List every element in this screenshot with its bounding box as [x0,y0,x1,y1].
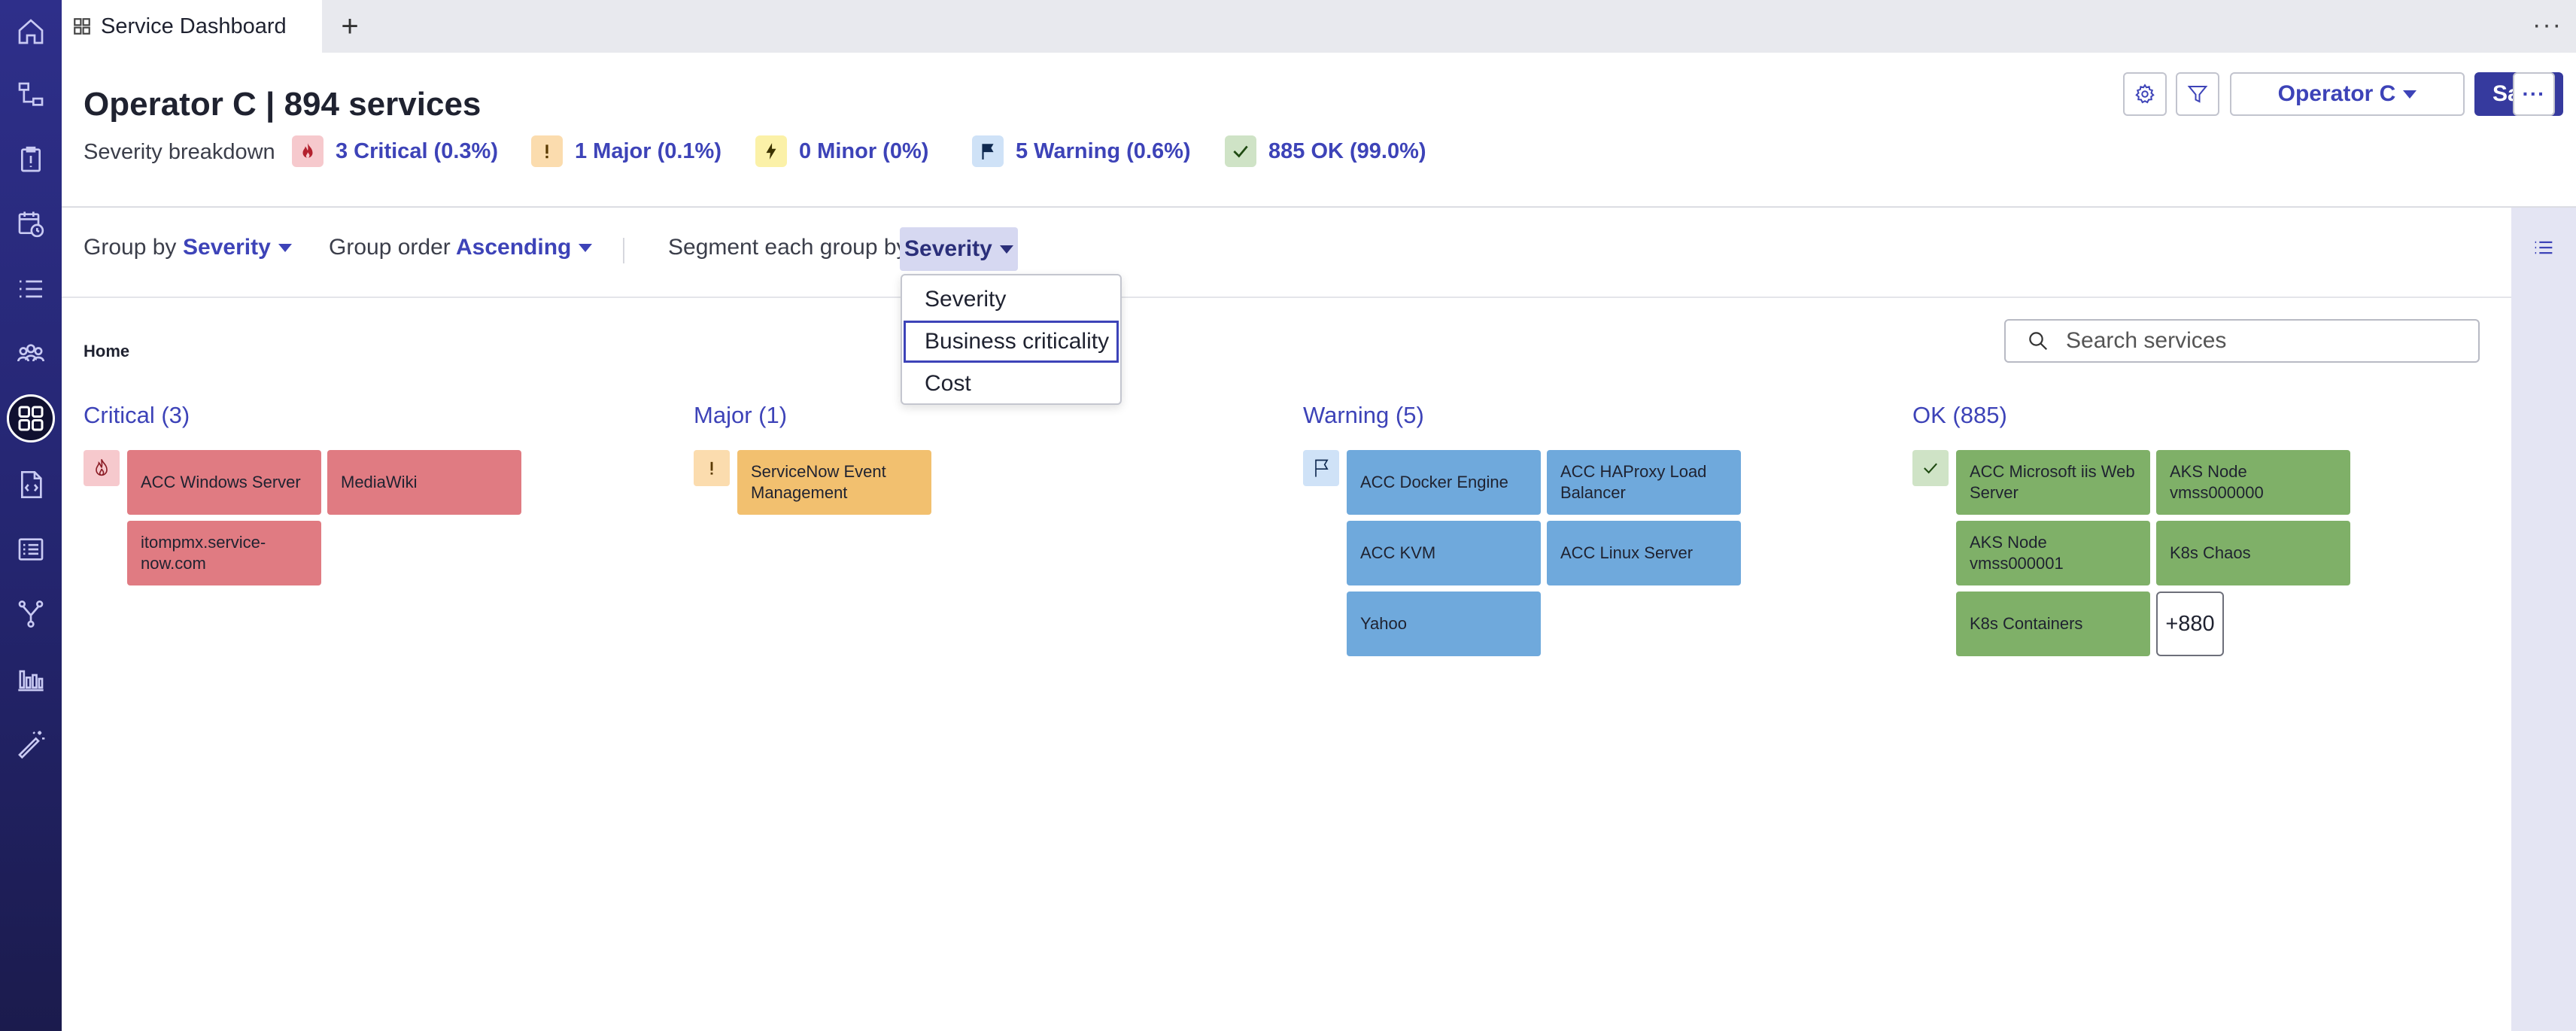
clipboard-icon[interactable] [7,135,55,184]
dropdown-option-cost[interactable]: Cost [904,363,1119,405]
severity-ok-label: 885 OK (99.0%) [1268,138,1426,163]
add-tab-button[interactable]: + [333,9,367,44]
service-tile[interactable]: Yahoo [1347,592,1541,656]
dashboard-grid-icon [74,18,90,35]
segment-by-label: Segment each group by [668,235,908,260]
tab-bar: Service Dashboard + ··· [62,0,2576,53]
group-icon[interactable] [7,330,55,378]
dashboard-grid-icon[interactable] [7,394,55,443]
filter-button[interactable] [2176,72,2219,116]
chevron-down-icon [579,243,593,252]
group-critical: Critical (3) ACC Windows Server MediaWik… [84,402,521,585]
breadcrumb[interactable]: Home [84,342,129,361]
grouping-toolbar: Group by Severity Group order Ascending … [62,208,2511,298]
tab-service-dashboard[interactable]: Service Dashboard [62,0,322,53]
search-box [2004,319,2480,363]
chevron-down-icon [278,243,292,252]
severity-warning-summary[interactable]: 5 Warning (0.6%) [972,135,1191,167]
operator-button-label: Operator C [2277,81,2396,106]
search-input[interactable] [2064,327,2456,354]
service-tile[interactable]: ServiceNow Event Management [737,450,931,515]
code-file-icon[interactable] [7,461,55,509]
severity-critical-label: 3 Critical (0.3%) [336,138,498,163]
group-by-select[interactable]: Severity [183,235,292,260]
settings-button[interactable] [2123,72,2167,116]
gear-icon [2135,84,2155,104]
service-tile[interactable]: AKS Node vmss000000 [2156,450,2350,515]
group-title[interactable]: OK (885) [1912,402,2007,429]
flame-icon [292,135,324,167]
service-tile[interactable]: K8s Chaos [2156,521,2350,585]
calendar-clock-icon[interactable] [7,200,55,248]
service-tile[interactable]: ACC Windows Server [127,450,321,515]
tab-overflow-menu-button[interactable]: ··· [2532,11,2562,40]
operator-dropdown-button[interactable]: Operator C [2230,72,2465,116]
group-major: Major (1) ServiceNow Event Management [694,402,931,515]
group-order-label: Group order [329,235,451,260]
service-tile[interactable]: ACC KVM [1347,521,1541,585]
exclamation-icon [694,450,730,486]
more-actions-button[interactable]: ··· [2513,72,2555,116]
service-tile[interactable]: ACC Microsoft iis Web Server [1956,450,2150,515]
panel-list-icon[interactable] [2531,235,2556,260]
chevron-down-icon [2403,90,2417,99]
branch-icon[interactable] [7,590,55,638]
service-tile[interactable]: ACC HAProxy Load Balancer [1547,450,1741,515]
group-warning: Warning (5) ACC Docker Engine ACC HAProx… [1303,402,1741,656]
group-ok: OK (885) ACC Microsoft iis Web Server AK… [1912,402,2350,656]
group-order-select[interactable]: Ascending [456,235,593,260]
dropdown-option-severity[interactable]: Severity [904,278,1119,321]
dropdown-option-business-criticality[interactable]: Business criticality [904,321,1119,363]
segment-by-dropdown-menu: Severity Business criticality Cost [901,274,1122,405]
service-tile[interactable]: ACC Docker Engine [1347,450,1541,515]
show-more-services-button[interactable]: +880 [2156,592,2224,656]
flag-icon [972,135,1004,167]
filter-icon [2187,86,2208,103]
severity-ok-summary[interactable]: 885 OK (99.0%) [1225,135,1426,167]
chevron-down-icon [999,245,1013,254]
group-title[interactable]: Critical (3) [84,402,190,429]
check-icon [1225,135,1256,167]
flame-icon [84,450,120,486]
home-icon[interactable] [7,8,55,56]
service-tile[interactable]: MediaWiki [327,450,521,515]
check-icon [1912,450,1949,486]
hierarchy-icon[interactable] [7,71,55,119]
lightning-icon [755,135,787,167]
severity-critical-summary[interactable]: 3 Critical (0.3%) [292,135,498,167]
search-icon [2029,332,2048,351]
toolbar-divider [623,238,624,263]
list-icon[interactable] [7,265,55,313]
bar-chart-icon[interactable] [7,655,55,703]
page-title: Operator C | 894 services [84,86,481,123]
group-order-value: Ascending [456,235,572,260]
severity-major-label: 1 Major (0.1%) [575,138,721,163]
severity-major-summary[interactable]: 1 Major (0.1%) [531,135,721,167]
table-list-icon[interactable] [7,525,55,573]
group-by-value: Severity [183,235,271,260]
magic-wand-icon[interactable] [7,719,55,768]
group-title[interactable]: Warning (5) [1303,402,1424,429]
group-by-label: Group by [84,235,177,260]
service-tile[interactable]: K8s Containers [1956,592,2150,656]
segment-by-select[interactable]: Severity [900,227,1018,271]
segment-by-value: Severity [904,236,992,261]
dashboard-header: Operator C | 894 services Severity break… [62,53,2576,208]
service-tile[interactable]: itompmx.service-now.com [127,521,321,585]
tab-title: Service Dashboard [101,14,287,38]
group-title[interactable]: Major (1) [694,402,787,429]
severity-minor-summary[interactable]: 0 Minor (0%) [755,135,928,167]
flag-icon [1303,450,1339,486]
service-tile[interactable]: AKS Node vmss000001 [1956,521,2150,585]
left-nav-sidebar [0,0,62,1031]
service-tile[interactable]: ACC Linux Server [1547,521,1741,585]
right-panel-rail [2511,208,2576,1031]
severity-breakdown-label: Severity breakdown [84,140,275,164]
severity-minor-label: 0 Minor (0%) [799,138,929,163]
severity-warning-label: 5 Warning (0.6%) [1016,138,1191,163]
exclamation-icon [531,135,563,167]
